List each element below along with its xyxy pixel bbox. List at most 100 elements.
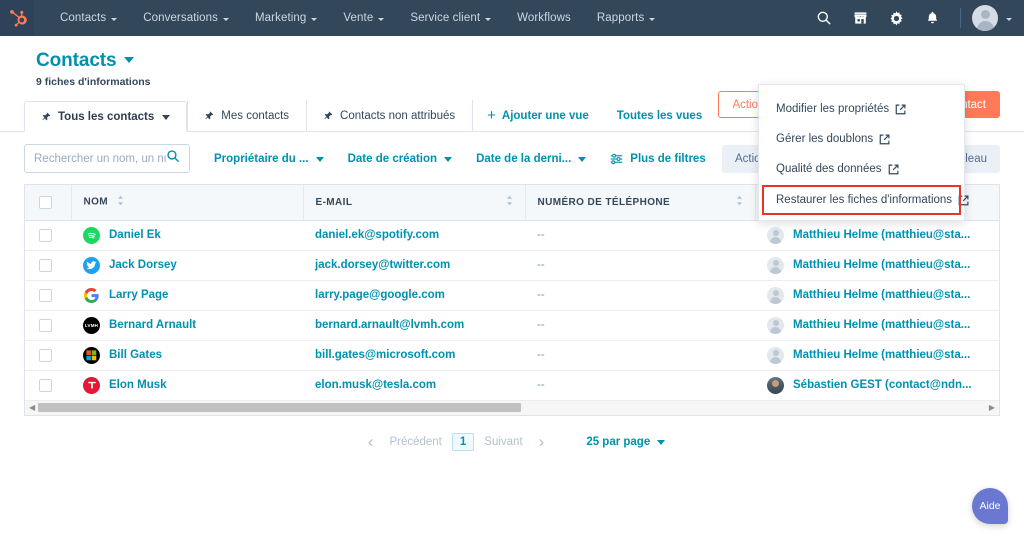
email-link[interactable]: bernard.arnault@lvmh.com: [315, 319, 464, 331]
owner-link[interactable]: Matthieu Helme (matthieu@sta...: [793, 319, 970, 331]
scrollbar-thumb[interactable]: [38, 403, 522, 412]
tab-contacts-non-attribues[interactable]: Contacts non attribués: [306, 100, 472, 131]
per-page-selector[interactable]: 25 par page: [586, 436, 666, 448]
owner-link[interactable]: Matthieu Helme (matthieu@sta...: [793, 349, 970, 361]
nav-item-vente[interactable]: Vente: [330, 0, 397, 36]
menu-item-qualite-des-donnees[interactable]: Qualité des données: [759, 154, 964, 184]
previous-page-chevron-icon[interactable]: ‹: [359, 433, 383, 450]
table-row[interactable]: LVMH Bernard Arnault bernard.arnault@lvm…: [25, 310, 999, 341]
notifications-bell-icon[interactable]: [915, 0, 949, 36]
email-link[interactable]: larry.page@google.com: [315, 289, 445, 301]
table-row[interactable]: Larry Page larry.page@google.com -- Matt…: [25, 280, 999, 311]
nav-item-rapports[interactable]: Rapports: [584, 0, 668, 36]
marketplace-glyph: [854, 12, 866, 24]
contact-name-link[interactable]: Bill Gates: [109, 349, 162, 361]
cell-phone: --: [525, 340, 755, 371]
search-input-wrapper[interactable]: [24, 144, 190, 173]
row-checkbox[interactable]: [39, 228, 52, 242]
chevron-down-icon: [223, 17, 229, 21]
search-icon[interactable]: [807, 0, 841, 36]
column-header-email[interactable]: E-MAIL: [303, 185, 526, 221]
nav-item-workflows[interactable]: Workflows: [504, 0, 584, 36]
search-glyph: [817, 11, 831, 25]
contact-name-link[interactable]: Daniel Ek: [109, 229, 161, 241]
cell-name: Jack Dorsey: [71, 250, 303, 281]
page-title-chevron-down-icon[interactable]: [123, 57, 134, 63]
add-view-button[interactable]: + Ajouter une vue: [472, 100, 603, 131]
nav-item-service-client[interactable]: Service client: [397, 0, 504, 36]
page-title[interactable]: Contacts: [36, 50, 117, 72]
next-page-label[interactable]: Suivant: [477, 436, 529, 448]
filter-last-activity-dropdown[interactable]: Date de la derni...: [476, 152, 587, 165]
contact-name-link[interactable]: Larry Page: [109, 289, 168, 301]
nav-label: Rapports: [596, 12, 645, 24]
contact-name-link[interactable]: Elon Musk: [109, 379, 167, 391]
row-checkbox[interactable]: [39, 348, 52, 362]
column-header-name[interactable]: NOM: [71, 185, 304, 221]
hubspot-logo[interactable]: [0, 0, 34, 36]
sort-icon[interactable]: [117, 195, 124, 209]
google-g-glyph: [84, 287, 99, 303]
nav-item-contacts[interactable]: Contacts: [47, 0, 130, 36]
help-button[interactable]: Aide: [972, 488, 1008, 524]
filter-label: Date de la derni...: [476, 152, 572, 165]
nav-item-marketing[interactable]: Marketing: [242, 0, 330, 36]
row-checkbox[interactable]: [39, 378, 52, 392]
scroll-right-icon[interactable]: ▶: [989, 403, 995, 412]
marketplace-icon[interactable]: [843, 0, 877, 36]
user-account-menu[interactable]: [972, 5, 1012, 31]
search-input[interactable]: [34, 152, 166, 165]
chevron-down-icon: [649, 17, 656, 21]
chevron-down-icon: [485, 17, 492, 21]
tab-mes-contacts[interactable]: Mes contacts: [187, 100, 306, 131]
nav-item-conversations[interactable]: Conversations: [130, 0, 242, 36]
scroll-left-icon[interactable]: ◀: [29, 403, 35, 412]
email-link[interactable]: jack.dorsey@twitter.com: [315, 259, 450, 271]
contact-name-link[interactable]: Jack Dorsey: [109, 259, 177, 271]
column-header-phone[interactable]: NUMÉRO DE TÉLÉPHONE: [525, 185, 756, 221]
pin-icon: [323, 111, 333, 121]
menu-item-restaurer-les-fiches-dinformations[interactable]: Restaurer les fiches d'informations: [762, 185, 969, 215]
next-page-chevron-icon[interactable]: ›: [530, 433, 554, 450]
settings-gear-icon[interactable]: [879, 0, 913, 36]
phone-value: --: [537, 259, 545, 271]
chevron-down-icon: [444, 157, 453, 162]
filter-create-date-dropdown[interactable]: Date de création: [347, 152, 453, 165]
phone-value: --: [537, 229, 545, 241]
more-filters-button[interactable]: Plus de filtres: [610, 153, 706, 165]
tesla-logo-icon: [83, 376, 100, 394]
search-icon[interactable]: [166, 149, 180, 168]
row-select-cell: [25, 280, 71, 311]
all-views-link[interactable]: Toutes les vues: [603, 100, 716, 131]
email-link[interactable]: daniel.ek@spotify.com: [315, 229, 439, 241]
row-select-cell: [25, 310, 71, 341]
menu-item-gerer-les-doublons[interactable]: Gérer les doublons: [759, 124, 964, 154]
page-number-1[interactable]: 1: [451, 432, 475, 451]
filter-owner-dropdown[interactable]: Propriétaire du ...: [214, 153, 324, 165]
filter-label: Date de création: [347, 152, 438, 165]
cell-name: Daniel Ek: [71, 220, 303, 251]
table-row[interactable]: Bill Gates bill.gates@microsoft.com -- M…: [25, 340, 999, 371]
owner-link[interactable]: Matthieu Helme (matthieu@sta...: [793, 289, 970, 301]
plus-icon: +: [487, 107, 496, 124]
table-row[interactable]: Elon Musk elon.musk@tesla.com -- Sébasti…: [25, 370, 999, 401]
email-link[interactable]: elon.musk@tesla.com: [315, 379, 436, 391]
owner-link[interactable]: Matthieu Helme (matthieu@sta...: [793, 229, 970, 241]
row-checkbox[interactable]: [39, 258, 52, 272]
previous-page-label[interactable]: Précédent: [382, 436, 448, 448]
owner-link[interactable]: Sébastien GEST (contact@ndn...: [793, 379, 972, 391]
row-checkbox[interactable]: [39, 288, 52, 302]
table-horizontal-scrollbar[interactable]: ◀ ▶: [24, 400, 1000, 416]
owner-link[interactable]: Matthieu Helme (matthieu@sta...: [793, 259, 970, 271]
sort-icon[interactable]: [736, 195, 743, 209]
row-checkbox[interactable]: [39, 318, 52, 332]
table-row[interactable]: Daniel Ek daniel.ek@spotify.com -- Matth…: [25, 220, 999, 251]
select-all-checkbox[interactable]: [39, 195, 52, 209]
contact-name-link[interactable]: Bernard Arnault: [109, 319, 196, 331]
email-link[interactable]: bill.gates@microsoft.com: [315, 349, 455, 361]
tab-tous-les-contacts[interactable]: Tous les contacts: [24, 101, 188, 132]
actions-dropdown-menu: Modifier les propriétés Gérer les doublo…: [758, 84, 969, 221]
menu-item-modifier-les-proprietes[interactable]: Modifier les propriétés: [759, 94, 964, 124]
sort-icon[interactable]: [506, 195, 513, 209]
table-row[interactable]: Jack Dorsey jack.dorsey@twitter.com -- M…: [25, 250, 999, 281]
